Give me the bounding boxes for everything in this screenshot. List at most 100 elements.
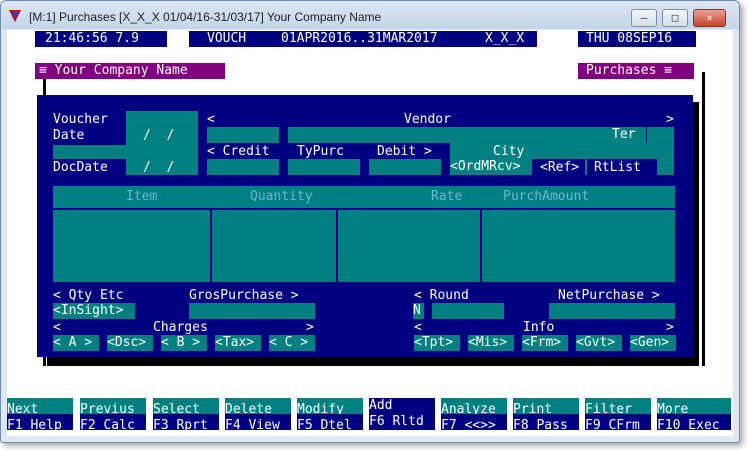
round-field[interactable] (432, 303, 504, 319)
fkey-f5[interactable]: F5 Dtel (297, 414, 363, 433)
ordmrcv-button[interactable]: <OrdMRcv> (450, 159, 532, 175)
city-field[interactable] (450, 143, 674, 159)
docdate-label: DocDate (53, 160, 108, 175)
fkey-filter[interactable]: Filter (585, 398, 651, 417)
info-left-arrow[interactable]: < (414, 320, 422, 336)
fkey-delete[interactable]: Delete (225, 398, 291, 417)
fkey-key-label: F4 View (225, 418, 280, 433)
info-label: Info (523, 320, 555, 335)
fkey-f4[interactable]: F4 View (225, 414, 291, 433)
qty-etc-label[interactable]: < Qty Etc (53, 288, 123, 304)
charge-c-button[interactable]: < C > (269, 335, 315, 351)
fkey-key-label: F7 <<>> (441, 418, 496, 433)
column-header-quantity[interactable]: Quantity (250, 189, 313, 205)
session-info-bar: VOUCH 01APR2016..31MAR2017 X_X_X (189, 31, 537, 47)
fkey-key-label: F2 Calc (80, 418, 135, 433)
module-panel-title[interactable]: Purchases ≡ (578, 63, 694, 79)
insight-button[interactable]: <InSight> (53, 303, 135, 319)
fkey-f10[interactable]: F10 Exec (657, 414, 731, 433)
fkey-f3[interactable]: F3 Rprt (153, 414, 219, 433)
charges-right-arrow[interactable]: > (306, 320, 314, 336)
grid-col-divider (480, 210, 482, 282)
vendor-left-arrow[interactable]: < (207, 112, 215, 128)
maximize-button[interactable]: □ (662, 9, 688, 27)
fkey-add[interactable]: Add F6 Rltd (369, 398, 435, 430)
close-button[interactable]: ✕ (693, 9, 726, 27)
debit-field[interactable] (369, 159, 441, 175)
column-header-item[interactable]: Item (126, 189, 157, 205)
company-code-indicator: X_X_X (485, 31, 525, 46)
charge-tax-button[interactable]: <Tax> (215, 335, 261, 351)
docdate-field[interactable]: / / (143, 160, 174, 176)
typurc-field[interactable] (288, 159, 360, 175)
app-window: [M:1] Purchases [X_X_X 01/04/16-31/03/17… (0, 0, 740, 443)
grid-col-divider (336, 210, 338, 282)
info-gen-button[interactable]: <Gen> (630, 335, 676, 351)
round-flag-field[interactable]: N (413, 303, 424, 319)
function-key-bar: Next F1 Help Previus F2 Calc Select F3 R… (7, 398, 733, 433)
fkey-next[interactable]: Next (7, 398, 73, 417)
fkey-f1[interactable]: F1 Help (7, 414, 73, 433)
voucher-extra-field[interactable] (53, 145, 198, 159)
charge-dsc-button[interactable]: <Dsc> (107, 335, 153, 351)
minimize-button[interactable]: – (631, 9, 657, 27)
gros-purchase-field[interactable] (189, 303, 315, 319)
fkey-key-label: F8 Pass (513, 418, 568, 433)
info-mis-button[interactable]: <Mis> (468, 335, 514, 351)
fkey-f8[interactable]: F8 Pass (513, 414, 579, 433)
info-gvt-button[interactable]: <Gvt> (576, 335, 622, 351)
ter-field[interactable] (647, 127, 674, 143)
grid-header-divider (53, 208, 675, 210)
rtlist-field[interactable] (657, 159, 674, 175)
typurc-label: TyPurc (297, 144, 344, 159)
net-purchase-field[interactable] (549, 303, 675, 319)
credit-field[interactable] (207, 159, 279, 175)
date-field[interactable]: / / (143, 128, 174, 144)
grid-col-divider (210, 210, 212, 282)
ref-divider (585, 159, 587, 175)
fkey-more[interactable]: More (657, 398, 731, 417)
rtlist-button[interactable]: RtList (594, 160, 641, 176)
close-icon: ✕ (706, 11, 713, 24)
fkey-f9[interactable]: F9 CFrm (585, 414, 651, 433)
fkey-previus[interactable]: Previus (80, 398, 146, 417)
purchase-form: Voucher Date / / DocDate / / < Vendor > … (37, 95, 693, 357)
gros-purchase-label[interactable]: GrosPurchase > (189, 288, 299, 304)
round-label[interactable]: < Round (414, 288, 469, 304)
ref-button[interactable]: <Ref> (540, 160, 579, 176)
fkey-key-label: F3 Rprt (153, 418, 208, 433)
app-logo-icon (9, 10, 21, 22)
fkey-key-label: F1 Help (7, 418, 62, 433)
fkey-key-label: F6 Rltd (369, 414, 424, 429)
column-header-purchamount[interactable]: PurchAmount (503, 189, 589, 205)
info-right-arrow[interactable]: > (666, 320, 674, 336)
maximize-icon: □ (671, 11, 679, 24)
fkey-key-label: F5 Dtel (297, 418, 352, 433)
frame-right-line (702, 72, 705, 366)
debit-label: Debit > (377, 144, 432, 159)
clock-display: 21:46:56 7.9 (35, 31, 167, 47)
fkey-print[interactable]: Print (513, 398, 579, 417)
fkey-f7[interactable]: F7 <<>> (441, 414, 507, 433)
mode-indicator: VOUCH (207, 31, 247, 46)
charge-b-button[interactable]: < B > (161, 335, 207, 351)
net-purchase-label[interactable]: NetPurchase > (558, 288, 660, 304)
fkey-analyze[interactable]: Analyze (441, 398, 507, 417)
company-panel-title[interactable]: ≡ Your Company Name (35, 63, 225, 79)
info-frm-button[interactable]: <Frm> (522, 335, 568, 351)
fkey-key-label: F9 CFrm (585, 418, 640, 433)
vendor-name-field[interactable] (288, 127, 602, 143)
item-grid[interactable]: Item Quantity Rate PurchAmount (53, 186, 675, 282)
column-header-rate[interactable]: Rate (431, 189, 462, 205)
window-title: [M:1] Purchases [X_X_X 01/04/16-31/03/17… (29, 10, 382, 24)
fkey-f2[interactable]: F2 Calc (80, 414, 146, 433)
charges-left-arrow[interactable]: < (53, 320, 61, 336)
vendor-code-field[interactable] (207, 127, 279, 143)
info-tpt-button[interactable]: <Tpt> (414, 335, 460, 351)
ter-label: Ter (602, 127, 646, 143)
vendor-right-arrow[interactable]: > (666, 112, 674, 128)
charge-a-button[interactable]: < A > (53, 335, 99, 351)
title-bar[interactable]: [M:1] Purchases [X_X_X 01/04/16-31/03/17… (1, 1, 739, 29)
fkey-select[interactable]: Select (153, 398, 219, 417)
fkey-modify[interactable]: Modify (297, 398, 363, 417)
